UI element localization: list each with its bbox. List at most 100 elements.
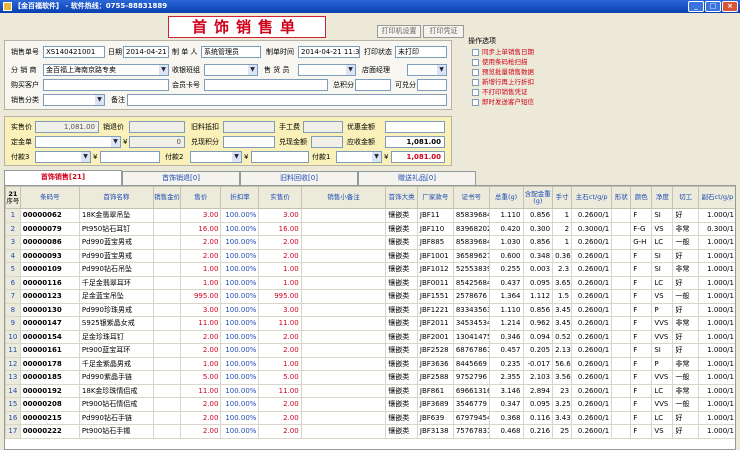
- table-cell[interactable]: 5.00: [258, 370, 302, 385]
- table-cell[interactable]: 非常: [672, 356, 699, 371]
- make-time-field[interactable]: 2014-04-21 11:32: [298, 46, 360, 58]
- table-cell[interactable]: F: [630, 356, 653, 371]
- table-cell[interactable]: [300, 383, 387, 398]
- option-item[interactable]: 即时发送客户短信: [472, 97, 578, 107]
- option-checkbox[interactable]: [472, 48, 479, 56]
- table-cell[interactable]: G-H: [630, 235, 653, 250]
- table-cell[interactable]: 13041475: [452, 329, 490, 344]
- table-cell[interactable]: 1.000/1: [697, 410, 735, 425]
- table-cell[interactable]: 85839684: [452, 208, 490, 223]
- table-cell[interactable]: 好: [672, 302, 699, 317]
- table-cell[interactable]: 镶嵌类: [385, 248, 418, 263]
- table-cell[interactable]: 一般: [672, 370, 699, 385]
- table-cell[interactable]: 2.355: [488, 370, 524, 385]
- table-cell[interactable]: P: [651, 302, 674, 317]
- table-cell[interactable]: S925银紫晶女戒: [78, 316, 154, 331]
- table-cell[interactable]: 2.00: [258, 410, 302, 425]
- table-cell[interactable]: F: [630, 275, 653, 290]
- table-cell[interactable]: 2578676: [452, 289, 490, 304]
- table-cell[interactable]: SI: [651, 343, 674, 358]
- table-cell[interactable]: 2.00: [180, 424, 222, 439]
- table-cell[interactable]: 23: [552, 383, 573, 398]
- table-cell[interactable]: 1.030: [488, 235, 524, 250]
- table-row[interactable]: 6 00000116 千足金翡翠耳环 1.00 100.00% 1.00 镶嵌类 JBF001…: [5, 275, 735, 290]
- table-cell[interactable]: [300, 221, 387, 236]
- table-cell[interactable]: Pt900钻石手镯: [78, 424, 154, 439]
- table-cell[interactable]: 100.00%: [220, 343, 260, 358]
- table-cell[interactable]: [152, 289, 182, 304]
- table-cell[interactable]: SI: [651, 208, 674, 223]
- table-cell[interactable]: 00000178: [19, 356, 80, 371]
- table-cell[interactable]: 1.000/1: [697, 275, 735, 290]
- table-cell[interactable]: 镶嵌类: [385, 289, 418, 304]
- table-cell[interactable]: F: [630, 208, 653, 223]
- pay3-amount-field[interactable]: [100, 151, 160, 163]
- table-cell[interactable]: 0.216: [522, 424, 554, 439]
- table-cell[interactable]: 100.00%: [220, 221, 260, 236]
- table-cell[interactable]: 0.468: [488, 424, 524, 439]
- table-cell[interactable]: 00000161: [19, 343, 80, 358]
- table-cell[interactable]: 3.00: [180, 302, 222, 317]
- table-cell[interactable]: F: [630, 262, 653, 277]
- table-cell[interactable]: 1.00: [258, 275, 302, 290]
- table-cell[interactable]: [300, 343, 387, 358]
- table-cell[interactable]: 3.256: [552, 397, 573, 412]
- table-cell[interactable]: [300, 235, 387, 250]
- table-cell[interactable]: 镶嵌类: [385, 329, 418, 344]
- table-cell[interactable]: LC: [651, 235, 674, 250]
- column-header[interactable]: 形状: [611, 186, 632, 209]
- table-cell[interactable]: 3.00: [258, 208, 302, 223]
- table-cell[interactable]: 一般: [672, 397, 699, 412]
- table-cell[interactable]: 1.000/1: [697, 208, 735, 223]
- table-cell[interactable]: [611, 208, 632, 223]
- table-cell[interactable]: 镶嵌类: [385, 343, 418, 358]
- pay2-amount-field[interactable]: [251, 151, 309, 163]
- table-cell[interactable]: 1.000/1: [697, 289, 735, 304]
- table-cell[interactable]: 100.00%: [220, 208, 260, 223]
- table-cell[interactable]: F: [630, 289, 653, 304]
- table-cell[interactable]: 0.600: [488, 248, 524, 263]
- table-cell[interactable]: 0.346: [488, 329, 524, 344]
- table-cell[interactable]: [611, 424, 632, 439]
- table-row[interactable]: 5 00000109 Pd990钻石吊坠 1.00 100.00% 1.00 镶嵌类 JBF1…: [5, 262, 735, 277]
- table-cell[interactable]: 100.00%: [220, 289, 260, 304]
- table-cell[interactable]: 75767831: [452, 424, 490, 439]
- table-cell[interactable]: JBF2588: [416, 370, 454, 385]
- table-cell[interactable]: LC: [651, 275, 674, 290]
- table-cell[interactable]: JBF11: [416, 208, 454, 223]
- table-cell[interactable]: F: [630, 302, 653, 317]
- table-cell[interactable]: 9752796: [452, 370, 490, 385]
- table-cell[interactable]: 00000062: [19, 208, 80, 223]
- table-cell[interactable]: JBF885: [416, 235, 454, 250]
- table-cell[interactable]: 0.2600/1: [571, 356, 613, 371]
- table-cell[interactable]: [152, 383, 182, 398]
- table-cell[interactable]: [300, 410, 387, 425]
- table-cell[interactable]: JBF1012: [416, 262, 454, 277]
- table-cell[interactable]: Pd990钻石吊坠: [78, 262, 154, 277]
- table-cell[interactable]: -0.017: [522, 356, 554, 371]
- order-no-field[interactable]: XS140421001: [43, 46, 105, 58]
- table-cell[interactable]: 镶嵌类: [385, 356, 418, 371]
- table-cell[interactable]: [152, 235, 182, 250]
- table-cell[interactable]: 100.00%: [220, 302, 260, 317]
- table-cell[interactable]: 2.894: [522, 383, 554, 398]
- table-cell[interactable]: 1.00: [258, 356, 302, 371]
- option-item[interactable]: 预览批量销售数据: [472, 67, 578, 77]
- table-cell[interactable]: LC: [651, 410, 674, 425]
- table-cell[interactable]: 0.095: [522, 275, 554, 290]
- table-cell[interactable]: 镶嵌类: [385, 316, 418, 331]
- table-cell[interactable]: 00000222: [19, 424, 80, 439]
- column-header[interactable]: 厂家款号: [416, 186, 454, 209]
- column-header[interactable]: 颜色: [630, 186, 653, 209]
- table-cell[interactable]: Pt900蓝宝耳环: [78, 343, 154, 358]
- table-cell[interactable]: 2.00: [180, 248, 222, 263]
- table-cell[interactable]: 2.00: [180, 343, 222, 358]
- table-cell[interactable]: 镶嵌类: [385, 208, 418, 223]
- table-cell[interactable]: [611, 410, 632, 425]
- table-cell[interactable]: F: [630, 410, 653, 425]
- table-cell[interactable]: 好: [672, 343, 699, 358]
- table-cell[interactable]: 00000109: [19, 262, 80, 277]
- table-cell[interactable]: 2.00: [180, 235, 222, 250]
- table-cell[interactable]: [611, 221, 632, 236]
- tab-0[interactable]: 首饰销售[21]: [4, 170, 122, 185]
